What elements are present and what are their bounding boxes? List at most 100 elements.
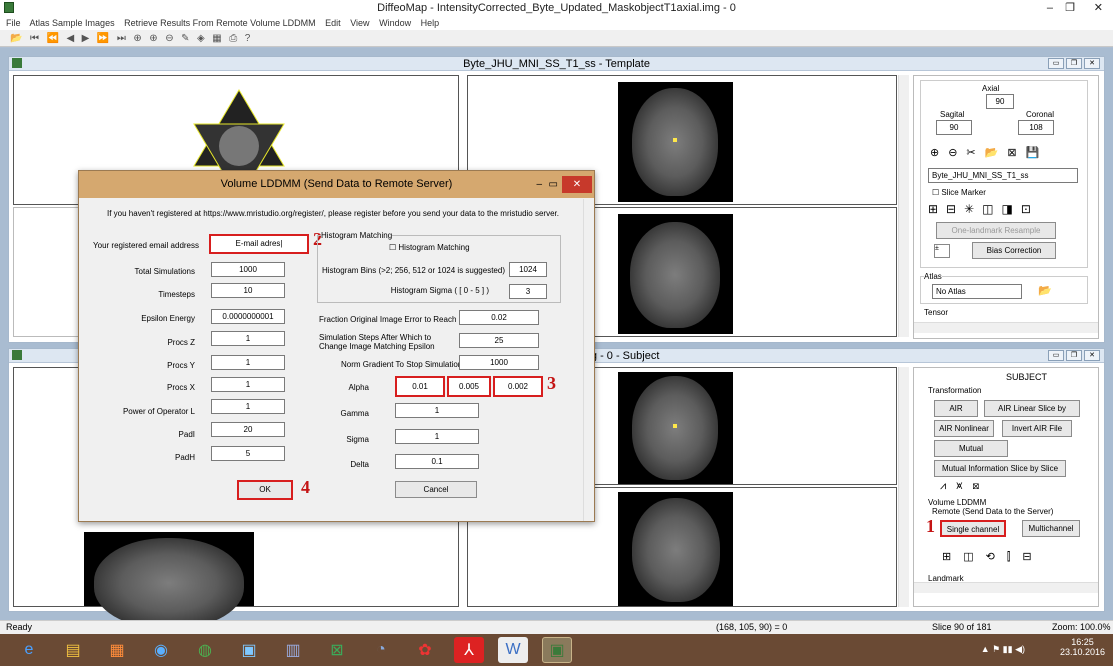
- subject-panel-hscroll[interactable]: [914, 582, 1098, 593]
- coronal-spinbox[interactable]: 108: [1018, 120, 1054, 135]
- image-panel-hscroll[interactable]: [914, 322, 1098, 333]
- procs-x-field[interactable]: 1: [211, 377, 285, 392]
- menu-atlas-sample-images[interactable]: Atlas Sample Images: [30, 18, 115, 28]
- dialog-close-icon[interactable]: ✕: [562, 176, 592, 193]
- delta-field[interactable]: 0.1: [395, 454, 479, 469]
- close-icon[interactable]: ✕: [1084, 58, 1100, 69]
- sigma-field[interactable]: 1: [395, 429, 479, 444]
- menu-file[interactable]: File: [6, 18, 21, 28]
- zoom-fit-icon[interactable]: ⊕: [133, 30, 141, 47]
- menu-edit[interactable]: Edit: [325, 18, 341, 28]
- email-field[interactable]: E-mail adres|: [209, 234, 309, 254]
- mutual-information-button[interactable]: Mutual Information: [934, 440, 1008, 468]
- minimize-icon[interactable]: ▭: [1048, 58, 1064, 69]
- open-icon[interactable]: 📂: [10, 30, 22, 47]
- prev-icon[interactable]: ◀: [66, 30, 74, 47]
- one-landmark-resample-button[interactable]: One-landmark Resample: [936, 222, 1056, 239]
- epsilon-energy-field[interactable]: 0.0000000001: [211, 309, 285, 324]
- calculator-icon[interactable]: ▥: [278, 637, 308, 663]
- timesteps-field[interactable]: 10: [211, 283, 285, 298]
- tool-icon[interactable]: ◈: [197, 30, 205, 47]
- bias-icon[interactable]: ±: [934, 244, 950, 258]
- app-icon[interactable]: ▣: [234, 637, 264, 663]
- restore-icon[interactable]: ❐: [1066, 350, 1082, 361]
- menu-retrieve-results[interactable]: Retrieve Results From Remote Volume LDDM…: [124, 18, 316, 28]
- total-simulations-field[interactable]: 1000: [211, 262, 285, 277]
- pdf-icon[interactable]: ⅄: [454, 637, 484, 663]
- subject-view-scrollbar[interactable]: [898, 367, 909, 607]
- maximize-icon[interactable]: ▭: [549, 171, 558, 198]
- lddmm-tool-icons[interactable]: ⊞◫⟲⫿⊟: [942, 550, 1044, 564]
- explorer-icon[interactable]: ▤: [58, 637, 88, 663]
- prev-fast-icon[interactable]: ⏪: [46, 30, 58, 47]
- alpha-field-1[interactable]: 0.01: [395, 376, 445, 397]
- slice-marker-checkbox[interactable]: ☐ Slice Marker: [932, 188, 986, 197]
- minimize-icon[interactable]: –: [1047, 0, 1053, 16]
- sagittal-spinbox[interactable]: 90: [936, 120, 972, 135]
- histogram-bins-field[interactable]: 1024: [509, 262, 547, 277]
- menu-window[interactable]: Window: [379, 18, 411, 28]
- invert-air-button[interactable]: Invert AIR File: [1002, 420, 1072, 437]
- help-icon[interactable]: ?: [245, 30, 251, 47]
- sim-steps-field[interactable]: 25: [459, 333, 539, 348]
- ok-button[interactable]: OK: [237, 480, 293, 500]
- multichannel-button[interactable]: Multichannel: [1022, 520, 1080, 537]
- image-tool-icons[interactable]: ⊕⊖✂📂⊠💾: [930, 146, 1048, 159]
- office-icon[interactable]: ▦: [102, 637, 132, 663]
- axial-spinbox[interactable]: 90: [986, 94, 1014, 109]
- minimize-icon[interactable]: –: [536, 171, 542, 198]
- minimize-icon[interactable]: ▭: [1048, 350, 1064, 361]
- paint-icon[interactable]: ◔: [366, 637, 396, 663]
- zoom-out-icon[interactable]: ⊖: [165, 30, 173, 47]
- padh-field[interactable]: 5: [211, 446, 285, 461]
- alpha-field-3[interactable]: 0.002: [493, 376, 543, 397]
- word-icon[interactable]: W: [498, 637, 528, 663]
- procs-y-field[interactable]: 1: [211, 355, 285, 370]
- air-linear-button[interactable]: AIR Linear: [934, 400, 978, 428]
- restore-icon[interactable]: ❐: [1066, 58, 1082, 69]
- menu-help[interactable]: Help: [421, 18, 440, 28]
- template-view-scrollbar[interactable]: [898, 75, 909, 337]
- first-icon[interactable]: ⏮: [30, 30, 39, 47]
- print-icon[interactable]: ⎙: [229, 30, 237, 47]
- gamma-field[interactable]: 1: [395, 403, 479, 418]
- tray-icons[interactable]: ▲ ⚑ ▮▮ ◀): [981, 644, 1025, 655]
- power-operator-field[interactable]: 1: [211, 399, 285, 414]
- tool-icon[interactable]: ▦: [212, 30, 221, 47]
- cancel-button[interactable]: Cancel: [395, 481, 477, 498]
- media-icon[interactable]: ◉: [146, 637, 176, 663]
- procs-z-field[interactable]: 1: [211, 331, 285, 346]
- alpha-field-2[interactable]: 0.005: [447, 376, 491, 397]
- histogram-sigma-field[interactable]: 3: [509, 284, 547, 299]
- tool-icon[interactable]: ✎: [181, 30, 189, 47]
- excel-icon[interactable]: ⊠: [322, 637, 352, 663]
- fraction-error-field[interactable]: 0.02: [459, 310, 539, 325]
- clock[interactable]: 16:25 23.10.2016: [1060, 637, 1105, 657]
- baidu-icon[interactable]: ✿: [410, 637, 440, 663]
- padi-field[interactable]: 20: [211, 422, 285, 437]
- air-nonlinear-button[interactable]: AIR Nonlinear: [934, 420, 994, 437]
- mutual-info-slice-button[interactable]: Mutual Information Slice by Slice: [934, 460, 1066, 477]
- atlas-open-icon[interactable]: 📂: [1038, 284, 1052, 297]
- transform-tool-icons[interactable]: ⩘⩙⊠: [940, 480, 989, 493]
- dialog-scrollbar[interactable]: [583, 199, 594, 521]
- norm-gradient-field[interactable]: 1000: [459, 355, 539, 370]
- air-linear-slice-button[interactable]: AIR Linear Slice by Slice: [984, 400, 1080, 428]
- chrome-icon[interactable]: ◍: [190, 637, 220, 663]
- atlas-select[interactable]: Byte_JHU_MNI_SS_T1_ss: [928, 168, 1078, 183]
- atlas-dropdown[interactable]: No Atlas: [932, 284, 1022, 299]
- histogram-matching-checkbox[interactable]: ☐ Histogram Matching: [389, 243, 470, 252]
- close-icon[interactable]: ✕: [1094, 0, 1103, 16]
- next-fast-icon[interactable]: ⏩: [97, 30, 109, 47]
- next-icon[interactable]: ▶: [82, 30, 90, 47]
- diffeomap-icon[interactable]: ▣: [542, 637, 572, 663]
- bias-correction-button[interactable]: Bias Correction: [972, 242, 1056, 259]
- view-tool-icons[interactable]: ⊞⊟✳◫◨⊡: [928, 202, 1039, 216]
- close-icon[interactable]: ✕: [1084, 350, 1100, 361]
- menu-view[interactable]: View: [350, 18, 369, 28]
- last-icon[interactable]: ⏭: [117, 30, 126, 47]
- zoom-in-icon[interactable]: ⊕: [149, 30, 157, 47]
- ie-icon[interactable]: e: [14, 637, 44, 663]
- restore-icon[interactable]: ❐: [1065, 0, 1075, 16]
- single-channel-button[interactable]: Single channel: [940, 520, 1006, 537]
